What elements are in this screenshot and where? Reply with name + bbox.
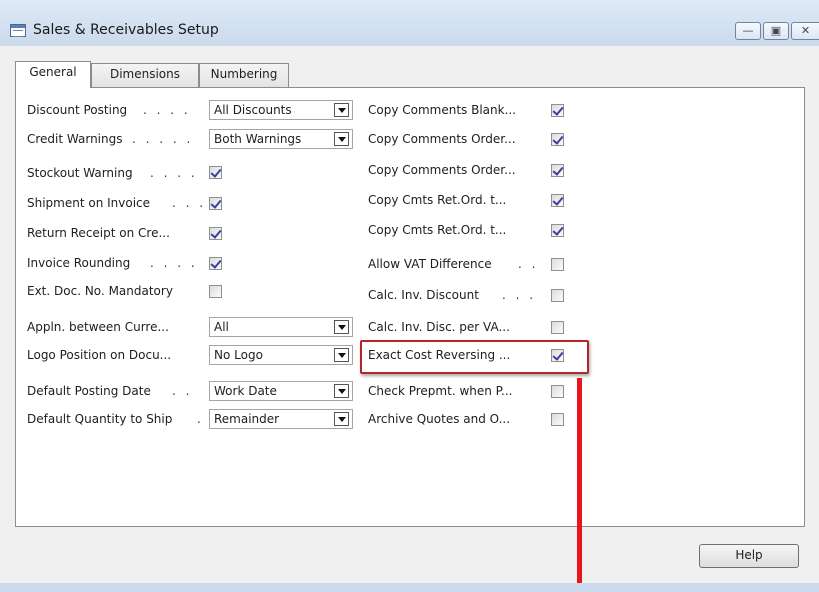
discount-posting-label: Discount Posting <box>27 103 128 117</box>
shipment-on-invoice-label: Shipment on Invoice <box>27 196 151 210</box>
annotation-pointer-line <box>577 378 582 592</box>
copy-cmts-ret-ord-1-label: Copy Cmts Ret.Ord. t... <box>368 193 507 207</box>
calc-inv-disc-per-vat-label: Calc. Inv. Disc. per VA... <box>368 320 510 334</box>
calc-inv-discount-checkbox[interactable] <box>551 289 564 302</box>
minimize-button[interactable]: — <box>735 22 761 40</box>
calc-inv-discount-leader: . . . <box>502 288 537 302</box>
title-bar[interactable]: Sales & Receivables Setup — ▣ ✕ <box>0 0 819 46</box>
copy-comments-order-2-label: Copy Comments Order... <box>368 163 516 177</box>
stockout-warning-leader: . . . . <box>150 166 198 180</box>
stockout-warning-label: Stockout Warning <box>27 166 133 180</box>
calc-inv-discount-label: Calc. Inv. Discount <box>368 288 479 302</box>
copy-comments-order-2-checkbox[interactable] <box>551 164 564 177</box>
check-prepmt-label: Check Prepmt. when P... <box>368 384 513 398</box>
copy-comments-blanket-checkbox[interactable] <box>551 104 564 117</box>
allow-vat-difference-label: Allow VAT Difference <box>368 257 492 271</box>
tab-numbering[interactable]: Numbering <box>199 63 289 87</box>
copy-comments-blanket-label: Copy Comments Blank... <box>368 103 517 117</box>
close-button[interactable]: ✕ <box>791 22 819 40</box>
default-posting-date-select[interactable]: Work Date <box>209 381 353 401</box>
archive-quotes-label: Archive Quotes and O... <box>368 412 511 426</box>
return-receipt-checkbox[interactable] <box>209 227 222 240</box>
credit-warnings-value: Both Warnings <box>214 132 302 146</box>
window-bottom-border <box>0 583 819 592</box>
maximize-icon: ▣ <box>770 24 782 37</box>
ext-doc-no-mandatory-checkbox[interactable] <box>209 285 222 298</box>
allow-vat-difference-leader: . . <box>518 257 539 271</box>
check-prepmt-checkbox[interactable] <box>551 385 564 398</box>
invoice-rounding-checkbox[interactable] <box>209 257 222 270</box>
appln-between-currencies-label: Appln. between Curre... <box>27 320 169 334</box>
default-posting-date-leader: . . <box>172 384 193 398</box>
window-title: Sales & Receivables Setup <box>33 22 219 38</box>
form-icon <box>10 24 26 37</box>
exact-cost-reversing-highlight-box <box>360 340 589 374</box>
ext-doc-no-mandatory-label: Ext. Doc. No. Mandatory <box>27 284 173 298</box>
archive-quotes-checkbox[interactable] <box>551 413 564 426</box>
logo-position-label: Logo Position on Docu... <box>27 348 172 362</box>
copy-cmts-ret-ord-1-checkbox[interactable] <box>551 194 564 207</box>
allow-vat-difference-checkbox[interactable] <box>551 258 564 271</box>
default-quantity-to-ship-select[interactable]: Remainder <box>209 409 353 429</box>
discount-posting-value: All Discounts <box>214 103 292 117</box>
shipment-on-invoice-leader: . . . <box>172 196 207 210</box>
credit-warnings-select[interactable]: Both Warnings <box>209 129 353 149</box>
credit-warnings-label: Credit Warnings <box>27 132 123 146</box>
general-tab-panel <box>15 87 805 527</box>
copy-cmts-ret-ord-2-checkbox[interactable] <box>551 224 564 237</box>
dropdown-arrow-icon[interactable] <box>334 103 349 117</box>
dropdown-arrow-icon[interactable] <box>334 412 349 426</box>
copy-comments-order-1-label: Copy Comments Order... <box>368 132 516 146</box>
default-quantity-to-ship-label: Default Quantity to Ship <box>27 412 173 426</box>
default-quantity-to-ship-value: Remainder <box>214 412 280 426</box>
dropdown-arrow-icon[interactable] <box>334 132 349 146</box>
close-icon: ✕ <box>800 24 811 37</box>
default-posting-date-label: Default Posting Date <box>27 384 151 398</box>
stockout-warning-checkbox[interactable] <box>209 166 222 179</box>
default-posting-date-value: Work Date <box>214 384 277 398</box>
copy-comments-order-1-checkbox[interactable] <box>551 133 564 146</box>
tab-general[interactable]: General <box>15 61 91 88</box>
tab-dimensions[interactable]: Dimensions <box>91 63 199 87</box>
copy-cmts-ret-ord-2-label: Copy Cmts Ret.Ord. t... <box>368 223 507 237</box>
default-quantity-to-ship-leader: . <box>197 412 204 426</box>
appln-between-currencies-value: All <box>214 320 229 334</box>
minimize-icon: — <box>742 24 754 37</box>
discount-posting-select[interactable]: All Discounts <box>209 100 353 120</box>
invoice-rounding-label: Invoice Rounding <box>27 256 131 270</box>
logo-position-value: No Logo <box>214 348 263 362</box>
dropdown-arrow-icon[interactable] <box>334 384 349 398</box>
logo-position-select[interactable]: No Logo <box>209 345 353 365</box>
sales-receivables-setup-window: Sales & Receivables Setup — ▣ ✕ General … <box>0 0 819 592</box>
invoice-rounding-leader: . . . . <box>150 256 198 270</box>
help-button[interactable]: Help <box>699 544 799 568</box>
discount-posting-leader: . . . . <box>143 103 191 117</box>
dropdown-arrow-icon[interactable] <box>334 320 349 334</box>
shipment-on-invoice-checkbox[interactable] <box>209 197 222 210</box>
calc-inv-disc-per-vat-checkbox[interactable] <box>551 321 564 334</box>
dropdown-arrow-icon[interactable] <box>334 348 349 362</box>
return-receipt-label: Return Receipt on Cre... <box>27 226 170 240</box>
maximize-button[interactable]: ▣ <box>763 22 789 40</box>
appln-between-currencies-select[interactable]: All <box>209 317 353 337</box>
credit-warnings-leader: . . . . . <box>132 132 194 146</box>
